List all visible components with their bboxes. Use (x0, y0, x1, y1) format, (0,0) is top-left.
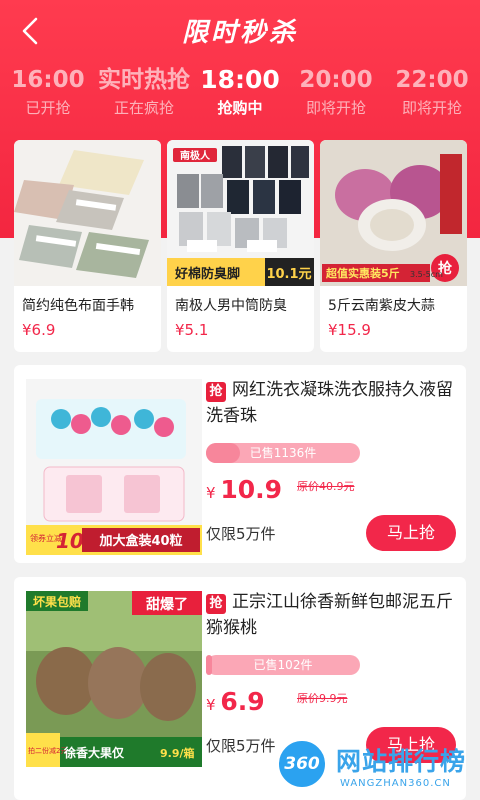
currency: ¥ (206, 696, 216, 714)
sold-progress-fill (206, 655, 213, 675)
product-price: ¥15.9 (328, 321, 371, 339)
garlic-product-image: 抢 超值实惠装5斤 3.5-5cm (320, 140, 467, 286)
socks-product-image: 南极人 好棉防臭脚 10.1元 (167, 140, 314, 286)
sale-price: ¥ 10.9 (206, 475, 282, 504)
product-name: 网红洗衣凝珠洗衣服持久液留洗香珠 (206, 380, 453, 426)
slot-time: 18:00 (200, 65, 280, 94)
product-price: ¥6.9 (22, 321, 56, 339)
price-value: 10.9 (220, 475, 283, 504)
slot-time: 20:00 (299, 67, 373, 93)
kiwi-product-image: 坏果包赔 甜爆了 拍二份减2元 徐香大果仅 9.9/箱 (26, 591, 202, 767)
product-name: 简约纯色布面手韩 (22, 298, 134, 314)
laundry-banner-text: 加大盒装40粒 (98, 533, 182, 549)
brand-badge: 南极人 (180, 149, 211, 162)
list-product-card-laundry[interactable]: 领券立减 10 加大盒装40粒 抢 网红洗衣凝珠洗衣服持久液留洗香珠 已售113… (14, 365, 466, 563)
kiwi-guarantee: 坏果包赔 (33, 594, 81, 609)
slot-time: 22:00 (395, 67, 469, 93)
slot-status: 即将开抢 (401, 99, 462, 117)
buy-now-button[interactable]: 马上抢 (366, 515, 456, 551)
watermark-url: WANGZHAN360.CN (340, 778, 451, 789)
slot-status: 抢购中 (217, 99, 263, 117)
tab-2200[interactable]: 22:00 即将开抢 (384, 64, 480, 120)
product-price: ¥5.1 (175, 321, 209, 339)
sale-price: ¥ 6.9 (206, 687, 265, 716)
garlic-banner-text: 超值实惠装5斤 (325, 266, 400, 280)
original-price: 原价40.9元 (297, 480, 355, 493)
laundry-product-image: 领券立减 10 加大盒装40粒 (26, 379, 202, 555)
product-card-notebook[interactable]: 简约纯色布面手韩 ¥6.9 (14, 140, 161, 352)
sold-progress-fill (206, 443, 240, 463)
kiwi-banner-text: 徐香大果仅 (63, 745, 125, 760)
socks-banner-text: 好棉防臭脚 (174, 266, 240, 282)
socks-banner-price: 10.1元 (266, 267, 311, 282)
page-title: 限时秒杀 (181, 18, 298, 48)
product-card-garlic[interactable]: 抢 超值实惠装5斤 3.5-5cm 5斤云南紫皮大蒜 ¥15.9 (320, 140, 467, 352)
coupon-number: 10 (56, 529, 84, 553)
kiwi-banner-price: 9.9/箱 (160, 746, 195, 760)
price-value: 6.9 (220, 687, 265, 716)
slot-time: 16:00 (11, 67, 85, 93)
product-name: 南极人男中筒防臭 (175, 298, 287, 314)
sold-progress: 已售1136件 (206, 443, 360, 463)
original-price: 原价9.9元 (297, 692, 348, 705)
slot-status: 即将开抢 (305, 99, 366, 117)
slot-status: 正在疯抢 (113, 99, 174, 117)
product-card-socks[interactable]: 南极人 好棉防臭脚 10.1元 南极人男中筒防臭 ¥5.1 (167, 140, 314, 352)
watermark-text: 网站排行榜 (336, 747, 467, 776)
time-slot-tabs: 16:00 已开抢 实时热抢 正在疯抢 18:00 抢购中 20:00 即将开抢… (0, 64, 480, 134)
currency: ¥ (206, 484, 216, 502)
tab-1800[interactable]: 18:00 抢购中 (192, 64, 288, 120)
slot-time: 实时热抢 (98, 67, 190, 93)
sold-progress: 已售102件 (206, 655, 360, 675)
tab-1600[interactable]: 16:00 已开抢 (0, 64, 96, 120)
tab-2000[interactable]: 20:00 即将开抢 (288, 64, 384, 120)
stock-limit: 仅限5万件 (206, 525, 276, 543)
kiwi-sweet-tag: 甜爆了 (146, 596, 188, 613)
sold-count: 已售102件 (253, 658, 313, 672)
garlic-size-text: 3.5-5cm (410, 270, 443, 279)
watermark-logo: 360 (276, 738, 328, 790)
notebook-product-image (14, 140, 161, 286)
slot-status: 已开抢 (25, 99, 71, 117)
product-name: 5斤云南紫皮大蒜 (328, 298, 435, 314)
product-name: 正宗江山徐香新鲜包邮泥五斤猕猴桃 (206, 592, 453, 638)
tab-realtime[interactable]: 实时热抢 正在疯抢 (96, 64, 192, 120)
watermark: 360 网站排行榜 WANGZHAN360.CN (262, 732, 480, 800)
sold-count: 已售1136件 (249, 446, 317, 460)
kiwi-discount-tag: 拍二份减2元 (28, 746, 67, 755)
